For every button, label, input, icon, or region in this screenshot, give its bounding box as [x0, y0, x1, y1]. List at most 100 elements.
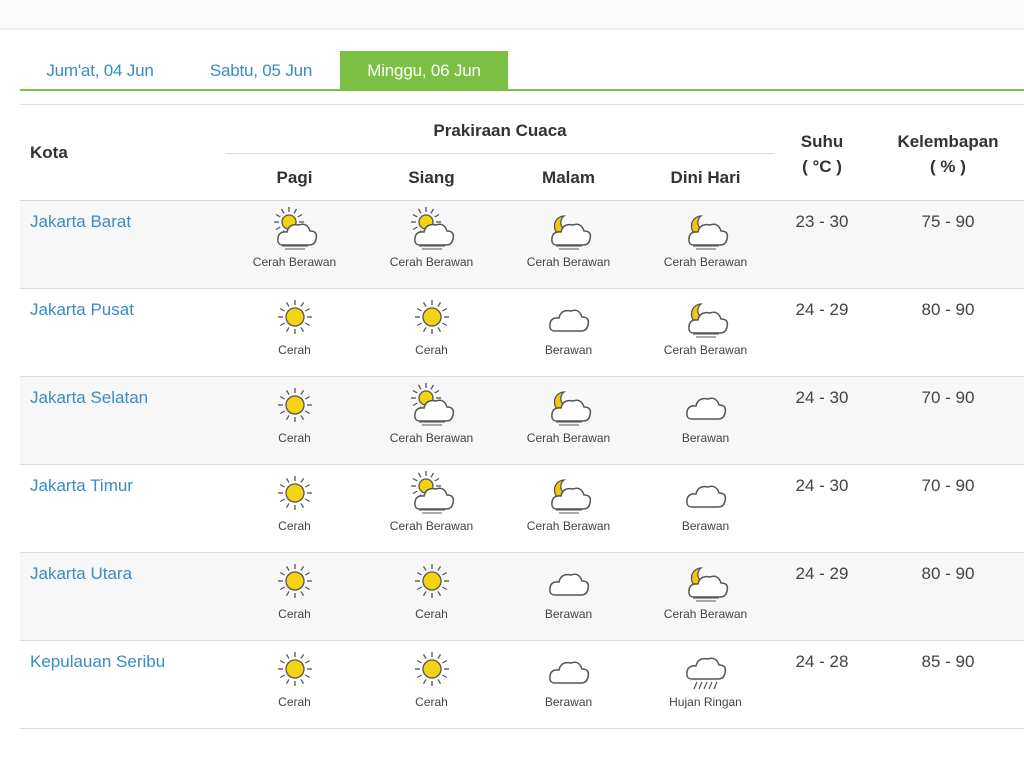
- condition-label: Berawan: [544, 343, 593, 357]
- city-link[interactable]: Jakarta Timur: [30, 476, 133, 496]
- condition-label: Cerah: [415, 607, 448, 621]
- forecast-cell: Berawan: [500, 647, 637, 725]
- humidity-value: 85 - 90: [921, 652, 975, 671]
- condition-label: Cerah: [278, 431, 311, 445]
- condition-label: Cerah: [278, 519, 311, 533]
- condition-label: Cerah Berawan: [663, 607, 748, 621]
- forecast-cell: Cerah Berawan: [500, 471, 637, 549]
- forecast-cell: Cerah Berawan: [363, 471, 500, 549]
- condition-label: Cerah Berawan: [526, 519, 611, 533]
- forecast-cell: Berawan: [500, 559, 637, 637]
- header-temperature: Suhu ( °C ): [772, 129, 872, 179]
- temperature-value: 24 - 28: [795, 652, 849, 671]
- table-row: Kepulauan Seribu Cerah Cerah Berawan Hujan R…: [20, 641, 1024, 729]
- tab-minggu[interactable]: Minggu, 06 Jun: [340, 51, 508, 90]
- cloud-icon: [548, 309, 589, 332]
- partly-cloudy-night-icon: [550, 391, 591, 426]
- forecast-cell: Hujan Ringan: [637, 647, 774, 725]
- forecast-cell: Cerah Berawan: [363, 383, 500, 461]
- temperature-value: 23 - 30: [795, 212, 849, 231]
- top-bar: [0, 0, 1024, 30]
- temperature-value: 24 - 30: [795, 476, 849, 495]
- table-row: Jakarta Selatan Cerah Cerah Berawan Cerah B…: [20, 377, 1024, 465]
- condition-label: Cerah Berawan: [389, 519, 474, 533]
- forecast-cell: Cerah: [363, 295, 500, 373]
- table-row: Jakarta Pusat Cerah Cerah Berawan Cerah Bera…: [20, 289, 1024, 377]
- condition-label: Cerah Berawan: [526, 431, 611, 445]
- tab-sabtu[interactable]: Sabtu, 05 Jun: [185, 51, 337, 90]
- header-pagi: Pagi: [276, 168, 313, 187]
- partly-cloudy-night-icon: [550, 479, 591, 514]
- table-row: Jakarta Barat Cerah Berawan Cerah Berawan C…: [20, 201, 1024, 289]
- partly-cloudy-night-icon: [687, 303, 728, 338]
- sun-icon: [414, 564, 449, 598]
- sun-icon: [277, 652, 312, 686]
- humidity-value: 75 - 90: [921, 212, 975, 231]
- temperature-value: 24 - 29: [795, 300, 849, 319]
- forecast-cell: Cerah Berawan: [363, 207, 500, 285]
- condition-label: Cerah Berawan: [663, 343, 748, 357]
- city-link[interactable]: Jakarta Barat: [30, 212, 131, 232]
- condition-label: Berawan: [681, 431, 730, 445]
- partly-cloudy-day-icon: [410, 383, 454, 426]
- sun-icon: [414, 652, 449, 686]
- city-link[interactable]: Jakarta Selatan: [30, 388, 148, 408]
- forecast-cell: Cerah Berawan: [500, 383, 637, 461]
- condition-label: Berawan: [681, 519, 730, 533]
- header-siang: Siang: [408, 168, 455, 187]
- header-temperature-title: Suhu: [800, 132, 844, 151]
- condition-label: Cerah: [415, 343, 448, 357]
- sun-icon: [277, 300, 312, 334]
- condition-label: Hujan Ringan: [669, 695, 742, 709]
- day-tabs: Jum'at, 04 Jun Sabtu, 05 Jun Minggu, 06 …: [20, 51, 1024, 91]
- forecast-cell: Cerah: [226, 295, 363, 373]
- forecast-cell: Berawan: [500, 295, 637, 373]
- forecast-cell: Berawan: [637, 471, 774, 549]
- tab-jumat[interactable]: Jum'at, 04 Jun: [20, 51, 180, 90]
- city-link[interactable]: Kepulauan Seribu: [30, 652, 165, 672]
- condition-label: Cerah: [278, 343, 311, 357]
- table-row: Jakarta Timur Cerah Cerah Berawan Cerah Ber…: [20, 465, 1024, 553]
- condition-label: Cerah: [278, 607, 311, 621]
- temperature-value: 24 - 30: [795, 388, 849, 407]
- table-header: Kota Prakiraan Cuaca Pagi Siang Malam Di…: [20, 105, 1024, 201]
- weather-table: Kota Prakiraan Cuaca Pagi Siang Malam Di…: [20, 104, 1024, 730]
- forecast-cell: Cerah Berawan: [637, 295, 774, 373]
- cloud-icon: [548, 573, 589, 596]
- condition-label: Cerah: [415, 695, 448, 709]
- city-link[interactable]: Jakarta Utara: [30, 564, 132, 584]
- humidity-value: 70 - 90: [921, 388, 975, 407]
- table-row: Jakarta Utara Cerah Cerah Berawan Cerah Bera…: [20, 553, 1024, 641]
- cloud-icon: [685, 397, 726, 420]
- condition-label: Cerah Berawan: [389, 255, 474, 269]
- forecast-cell: Cerah Berawan: [226, 207, 363, 285]
- sun-icon: [277, 476, 312, 510]
- condition-label: Berawan: [544, 607, 593, 621]
- cloud-icon: [548, 661, 589, 684]
- header-divider: [226, 153, 774, 154]
- forecast-cell: Cerah: [363, 647, 500, 725]
- partly-cloudy-day-icon: [410, 207, 454, 250]
- partly-cloudy-day-icon: [410, 471, 454, 514]
- forecast-cell: Cerah: [226, 383, 363, 461]
- forecast-cell: Cerah: [226, 471, 363, 549]
- forecast-cell: Cerah Berawan: [637, 207, 774, 285]
- header-city: Kota: [30, 143, 68, 162]
- humidity-value: 80 - 90: [921, 300, 975, 319]
- partly-cloudy-day-icon: [273, 207, 317, 250]
- forecast-cell: Cerah Berawan: [500, 207, 637, 285]
- header-malam: Malam: [542, 168, 595, 187]
- city-link[interactable]: Jakarta Pusat: [30, 300, 134, 320]
- forecast-cell: Cerah: [226, 559, 363, 637]
- forecast-cell: Cerah: [226, 647, 363, 725]
- forecast-cell: Berawan: [637, 383, 774, 461]
- sun-icon: [277, 388, 312, 422]
- temperature-value: 24 - 29: [795, 564, 849, 583]
- partly-cloudy-night-icon: [687, 215, 728, 250]
- condition-label: Cerah Berawan: [252, 255, 337, 269]
- condition-label: Cerah: [278, 695, 311, 709]
- header-humidity-title: Kelembapan: [897, 132, 999, 151]
- forecast-cell: Cerah Berawan: [637, 559, 774, 637]
- humidity-value: 70 - 90: [921, 476, 975, 495]
- light-rain-icon: [685, 657, 726, 690]
